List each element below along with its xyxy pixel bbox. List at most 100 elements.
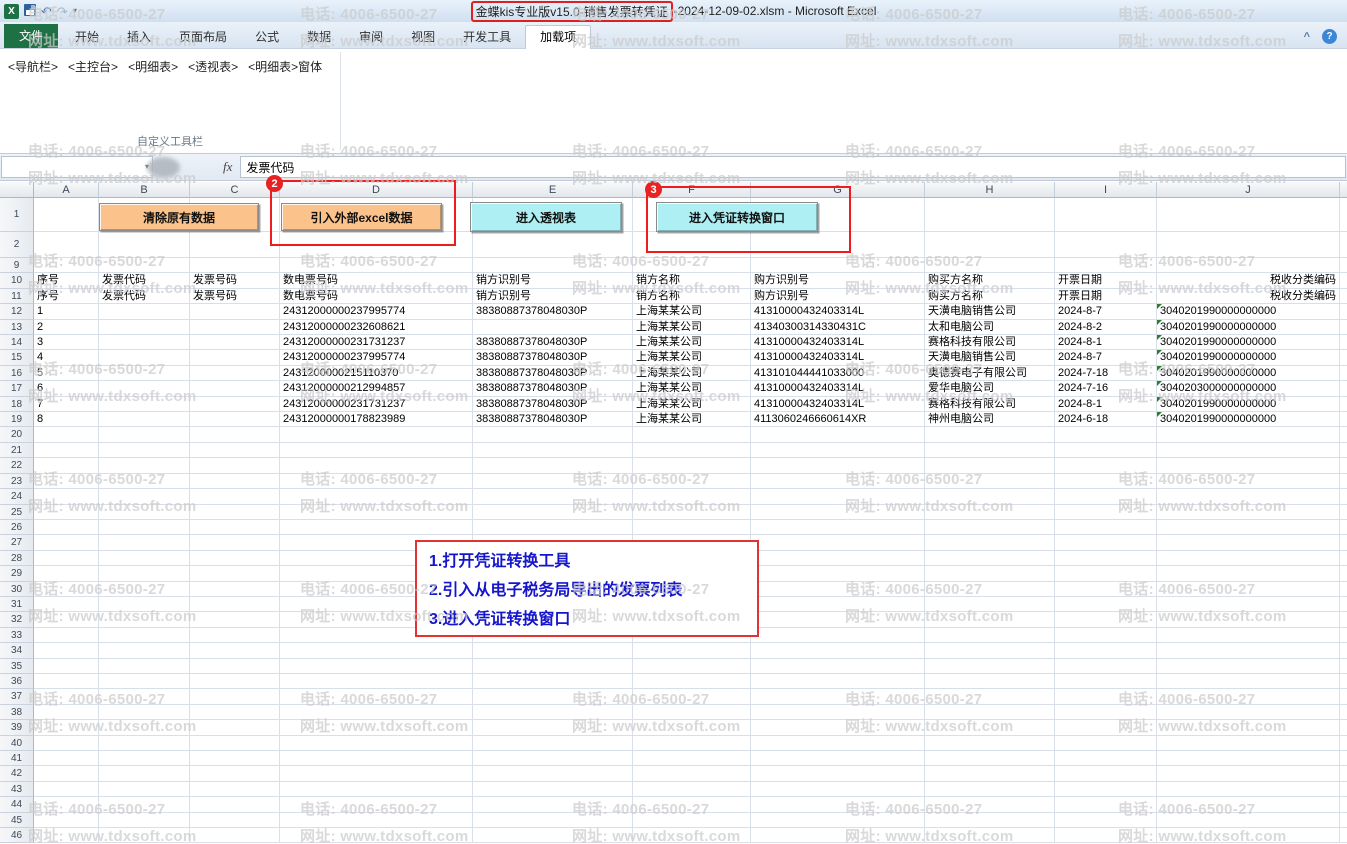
cell[interactable]	[1055, 797, 1157, 812]
cell[interactable]	[473, 674, 633, 689]
cell[interactable]	[1157, 689, 1340, 704]
cell[interactable]	[751, 427, 925, 442]
cell[interactable]: 2	[34, 320, 99, 335]
cell[interactable]: 24312000000231731237	[280, 397, 473, 412]
cell[interactable]	[99, 797, 190, 812]
cell[interactable]	[1157, 458, 1340, 473]
cell[interactable]	[925, 535, 1055, 550]
cell[interactable]: 2024-8-7	[1055, 350, 1157, 365]
cell[interactable]	[34, 566, 99, 581]
cell[interactable]: 2024-8-7	[1055, 304, 1157, 319]
cell[interactable]	[751, 612, 925, 627]
cell[interactable]	[473, 705, 633, 720]
column-header-B[interactable]: B	[99, 182, 190, 198]
column-header-H[interactable]: H	[925, 182, 1055, 198]
cell[interactable]	[473, 828, 633, 843]
cell[interactable]	[99, 628, 190, 643]
cell[interactable]	[925, 751, 1055, 766]
cell[interactable]	[34, 797, 99, 812]
cell[interactable]	[99, 443, 190, 458]
formula-input[interactable]: 发票代码	[240, 156, 1346, 178]
row-header-34[interactable]: 34	[0, 643, 34, 658]
cell[interactable]: 24312000000231731237	[280, 335, 473, 350]
cell[interactable]	[34, 643, 99, 658]
cell[interactable]	[34, 520, 99, 535]
cell[interactable]	[99, 489, 190, 504]
cell[interactable]: 上海某某公司	[633, 397, 751, 412]
cell[interactable]	[1055, 582, 1157, 597]
cell[interactable]	[751, 828, 925, 843]
row-header-30[interactable]: 30	[0, 582, 34, 597]
cell[interactable]	[633, 674, 751, 689]
cell[interactable]	[190, 813, 280, 828]
cell[interactable]: 爱华电脑公司	[925, 381, 1055, 396]
row-header-35[interactable]: 35	[0, 659, 34, 674]
cell[interactable]: 数电票号码	[280, 289, 473, 304]
cell[interactable]	[190, 797, 280, 812]
undo-icon[interactable]: ↶	[41, 5, 52, 18]
ribbon-tab-review[interactable]: 审阅	[345, 26, 397, 48]
cell[interactable]	[99, 535, 190, 550]
cell[interactable]	[34, 720, 99, 735]
cell[interactable]	[925, 258, 1055, 273]
cell[interactable]: 上海某某公司	[633, 304, 751, 319]
cell[interactable]	[99, 659, 190, 674]
cell[interactable]	[473, 659, 633, 674]
row-header-39[interactable]: 39	[0, 720, 34, 735]
cell[interactable]	[751, 628, 925, 643]
cell[interactable]	[99, 458, 190, 473]
cell[interactable]: 上海某某公司	[633, 350, 751, 365]
cell[interactable]	[280, 705, 473, 720]
cell[interactable]	[1157, 535, 1340, 550]
cell[interactable]	[925, 674, 1055, 689]
cell[interactable]	[1157, 474, 1340, 489]
cell[interactable]	[1055, 628, 1157, 643]
cell[interactable]	[99, 412, 190, 427]
cell[interactable]: 上海某某公司	[633, 320, 751, 335]
ribbon-tab-view[interactable]: 视图	[397, 26, 449, 48]
cell[interactable]	[1157, 520, 1340, 535]
cell[interactable]	[473, 797, 633, 812]
cell[interactable]: 38380887378048030P	[473, 350, 633, 365]
cell[interactable]: 开票日期	[1055, 289, 1157, 304]
cell[interactable]	[99, 427, 190, 442]
cell[interactable]	[473, 474, 633, 489]
cell[interactable]	[280, 474, 473, 489]
cell[interactable]	[99, 782, 190, 797]
cell[interactable]	[925, 689, 1055, 704]
cell[interactable]: 上海某某公司	[633, 412, 751, 427]
cell[interactable]: 38380887378048030P	[473, 381, 633, 396]
cell[interactable]	[99, 520, 190, 535]
cell[interactable]: 3040201990000000000	[1157, 304, 1340, 319]
cell[interactable]: 销方名称	[633, 289, 751, 304]
cell[interactable]	[1055, 736, 1157, 751]
cell[interactable]: 3040203000000000000	[1157, 381, 1340, 396]
row-header-37[interactable]: 37	[0, 689, 34, 704]
cell[interactable]	[99, 366, 190, 381]
cell[interactable]	[751, 720, 925, 735]
cell[interactable]	[280, 489, 473, 504]
cell[interactable]	[190, 551, 280, 566]
cell[interactable]	[280, 520, 473, 535]
cell[interactable]: 3040201990000000000	[1157, 412, 1340, 427]
cell[interactable]	[925, 232, 1055, 258]
cell[interactable]	[1157, 628, 1340, 643]
cell[interactable]	[925, 705, 1055, 720]
column-header-E[interactable]: E	[473, 182, 633, 198]
cell[interactable]	[34, 474, 99, 489]
cell[interactable]	[751, 689, 925, 704]
cell[interactable]	[99, 258, 190, 273]
cell[interactable]: 上海某某公司	[633, 335, 751, 350]
cell[interactable]	[1055, 489, 1157, 504]
cell[interactable]	[473, 232, 633, 258]
cell[interactable]	[280, 427, 473, 442]
cell[interactable]	[1055, 505, 1157, 520]
cell[interactable]	[751, 659, 925, 674]
cell[interactable]: 38380887378048030P	[473, 335, 633, 350]
cell[interactable]	[1055, 443, 1157, 458]
cell[interactable]: 赛格科技有限公司	[925, 397, 1055, 412]
cell[interactable]	[34, 736, 99, 751]
cell[interactable]	[751, 566, 925, 581]
cell[interactable]	[1055, 705, 1157, 720]
cell[interactable]	[99, 566, 190, 581]
